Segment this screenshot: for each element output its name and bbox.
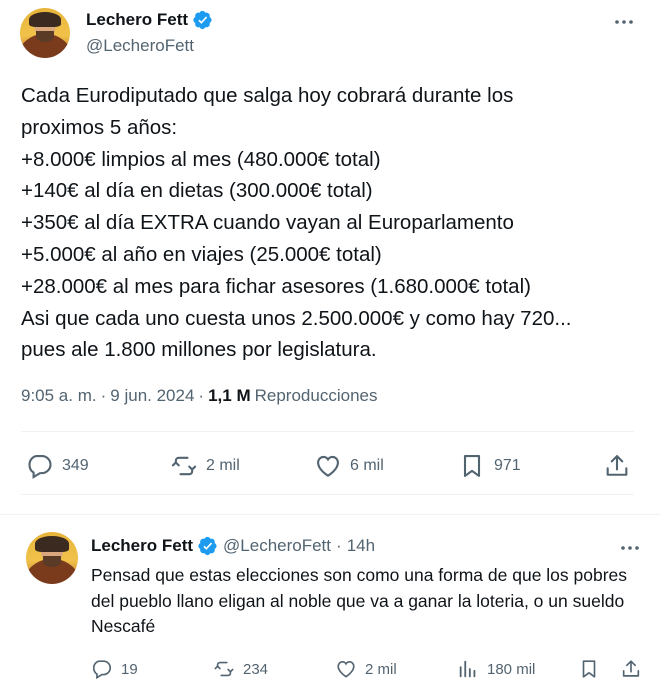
like-button[interactable]: 6 mil: [314, 452, 384, 480]
views-count: 1,1 M: [208, 386, 251, 405]
reply-header: Lechero Fett @LecheroFett · 14h: [91, 536, 375, 556]
divider: [21, 431, 634, 432]
verified-badge-icon: [198, 536, 217, 556]
reply-views-button[interactable]: 180 mil: [457, 658, 535, 680]
bookmark-icon: [463, 455, 481, 477]
tweet-text: Cada Eurodiputado que salga hoy cobrará …: [21, 84, 572, 362]
bookmark-icon: [582, 660, 596, 678]
reply-like-count: 2 mil: [365, 660, 397, 678]
share-icon: [622, 660, 640, 677]
reply-icon: [92, 660, 112, 680]
reply-separator: ·: [336, 536, 342, 555]
reply-like-button[interactable]: 2 mil: [335, 658, 397, 680]
like-icon: [337, 661, 355, 678]
author-handle[interactable]: @LecheroFett: [86, 36, 194, 56]
repost-button[interactable]: 2 mil: [170, 452, 240, 480]
views-label: Reproducciones: [254, 386, 378, 405]
reply-views-count: 180 mil: [487, 660, 536, 678]
repost-icon: [171, 456, 197, 476]
author-name-row[interactable]: Lechero Fett: [86, 10, 213, 30]
reply-share-button[interactable]: [620, 658, 642, 680]
meta-separator: ·: [100, 386, 107, 405]
meta-separator: ·: [198, 386, 205, 405]
repost-icon: [214, 661, 234, 677]
reply-button[interactable]: 349: [26, 452, 89, 480]
tweet-date[interactable]: 9 jun. 2024: [110, 386, 194, 406]
reply-author-name[interactable]: Lechero Fett: [91, 536, 193, 556]
tweet-time[interactable]: 9:05 a. m.: [21, 386, 97, 406]
reply-icon: [28, 455, 52, 479]
divider: [21, 494, 634, 495]
like-count: 6 mil: [350, 457, 384, 474]
verified-badge-icon: [193, 10, 212, 30]
reply-text: Pensad que estas elecciones son como una…: [91, 565, 628, 636]
author-name[interactable]: Lechero Fett: [86, 10, 188, 30]
share-button[interactable]: [603, 452, 631, 480]
reply-repost-button[interactable]: 234: [213, 658, 268, 680]
divider: [0, 514, 661, 515]
reply-author-handle[interactable]: @LecheroFett: [223, 536, 331, 556]
repost-count: 2 mil: [206, 457, 240, 474]
reply-bookmark-button[interactable]: [578, 658, 600, 680]
more-icon[interactable]: [618, 536, 642, 560]
reply-author-avatar[interactable]: [26, 532, 78, 584]
author-avatar[interactable]: [20, 8, 70, 58]
more-icon[interactable]: [612, 10, 636, 34]
bookmark-button[interactable]: 971: [458, 452, 521, 480]
reply-reply-button[interactable]: 19: [91, 658, 138, 680]
bookmark-count: 971: [494, 457, 521, 474]
like-icon: [317, 455, 339, 477]
reply-count: 349: [62, 457, 89, 474]
reply-repost-count: 234: [243, 660, 269, 678]
reply-time[interactable]: 14h: [347, 536, 375, 556]
tweet-meta: 9:05 a. m. · 9 jun. 2024 · 1,1 M Reprodu…: [21, 386, 377, 406]
reply-reply-count: 19: [121, 660, 138, 678]
views-icon: [459, 660, 476, 678]
share-icon: [606, 455, 628, 476]
